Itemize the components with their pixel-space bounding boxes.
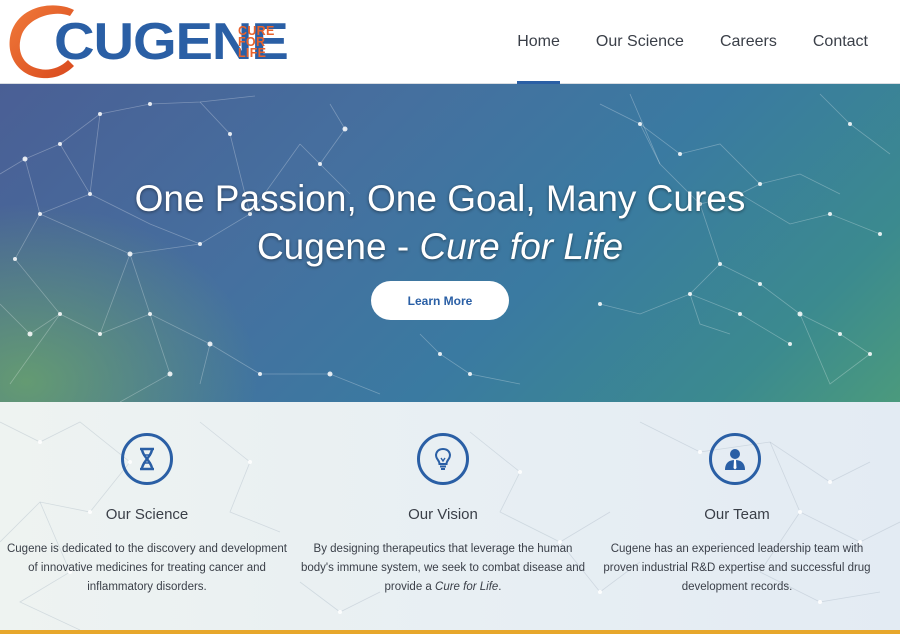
features-section: Our Science Cugene is dedicated to the d… xyxy=(0,402,900,631)
hero-subtitle-emphasis: Cure for Life xyxy=(419,226,624,267)
hero-subtitle: Cugene - Cure for Life xyxy=(0,224,880,270)
header: Cugene CURE FOR LIFE Home Our Science Ca… xyxy=(0,0,900,84)
feature-text: By designing therapeutics that leverage … xyxy=(298,540,588,597)
feature-icon-circle[interactable] xyxy=(709,433,761,485)
feature-icon-circle[interactable] xyxy=(417,433,469,485)
dna-icon xyxy=(140,447,154,471)
feature-title: Our Science xyxy=(105,506,189,523)
hero-subtitle-prefix: Cugene - xyxy=(256,226,420,267)
feature-text: Cugene has an experienced leadership tea… xyxy=(603,543,871,593)
logo-tagline: CURE FOR LIFE xyxy=(238,25,275,60)
feature-title: Our Team xyxy=(704,506,770,523)
nav-careers[interactable]: Careers xyxy=(702,0,795,84)
accent-bar xyxy=(0,630,900,634)
logo[interactable]: Cugene CURE FOR LIFE xyxy=(4,0,289,84)
hero-banner: One Passion, One Goal, Many Cures Cugene… xyxy=(0,84,900,402)
learn-more-button[interactable]: Learn More xyxy=(371,281,509,320)
feature-title: Our Vision xyxy=(408,506,478,523)
nav-home[interactable]: Home xyxy=(499,0,578,84)
lightbulb-icon xyxy=(435,447,451,470)
hero-title: One Passion, One Goal, Many Cures xyxy=(134,178,746,219)
nav-our-science[interactable]: Our Science xyxy=(578,0,702,84)
logo-tag-line: LIFE xyxy=(238,46,267,60)
feature-text-emphasis: Cure for Life xyxy=(435,581,499,593)
nav-contact[interactable]: Contact xyxy=(795,0,886,84)
person-icon xyxy=(725,449,745,470)
main-nav: Home Our Science Careers Contact xyxy=(499,0,886,84)
feature-text-suffix: . xyxy=(498,581,502,593)
feature-icon-circle[interactable] xyxy=(121,433,173,485)
feature-text: Cugene is dedicated to the discovery and… xyxy=(6,543,287,593)
